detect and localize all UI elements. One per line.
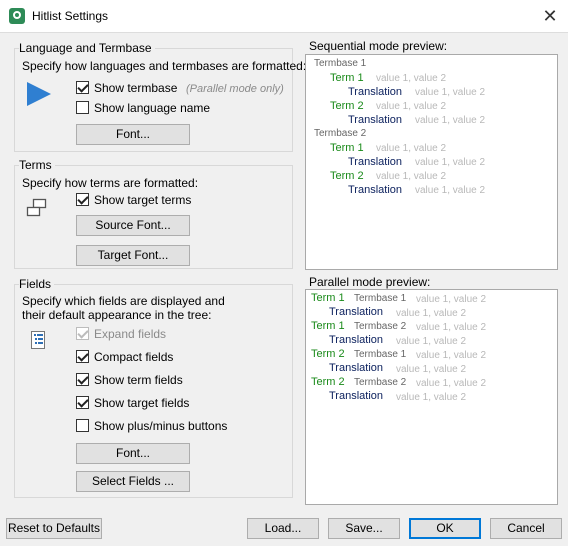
par-values-4a: value 1, value 2 [416, 378, 487, 389]
expand-fields-label: Expand fields [94, 327, 167, 341]
show-language-name-checkbox[interactable] [76, 101, 89, 114]
play-icon [27, 82, 51, 106]
seq-translation-1b: Translation [348, 156, 403, 168]
seq-translation-1a: Translation [348, 86, 403, 98]
expand-fields-checkbox[interactable] [76, 327, 89, 340]
seq-values-2b: value 1, value 2 [415, 115, 486, 126]
save-button[interactable]: Save... [328, 518, 400, 539]
load-button[interactable]: Load... [247, 518, 319, 539]
par-translation-1b: Translation [329, 334, 384, 346]
par-values-3a: value 1, value 2 [416, 350, 487, 361]
seq-values-1a: value 1, value 2 [376, 73, 447, 84]
show-target-terms-checkbox[interactable] [76, 193, 89, 206]
fields-description-line2: their default appearance in the tree: [22, 308, 212, 322]
seq-translation-2b: Translation [348, 184, 403, 196]
show-language-name-label: Show language name [94, 101, 211, 115]
terms-description: Specify how terms are formatted: [22, 176, 199, 190]
sequential-preview-label: Sequential mode preview: [309, 39, 448, 53]
ok-button[interactable]: OK [409, 518, 481, 539]
close-icon[interactable]: ✕ [538, 4, 562, 28]
seq-values-1b: value 1, value 2 [415, 87, 486, 98]
language-termbase-group-label: Language and Termbase [19, 41, 155, 55]
show-term-fields-checkbox[interactable] [76, 373, 89, 386]
par-termbase-1b: Termbase 1 [354, 349, 407, 360]
parallel-preview-label: Parallel mode preview: [309, 275, 431, 289]
select-fields-button[interactable]: Select Fields ... [76, 471, 190, 492]
fields-list-icon [30, 330, 46, 350]
par-termbase-2a: Termbase 2 [354, 321, 407, 332]
par-term-1b: Term 1 [311, 320, 345, 332]
terms-icon [26, 198, 48, 218]
window-title: Hitlist Settings [32, 9, 109, 23]
terms-group-label: Terms [19, 158, 55, 172]
par-termbase-1a: Termbase 1 [354, 293, 407, 304]
reset-to-defaults-button[interactable]: Reset to Defaults [6, 518, 102, 539]
par-translation-2b: Translation [329, 390, 384, 402]
parallel-mode-hint: (Parallel mode only) [186, 83, 284, 95]
par-values-4b: value 1, value 2 [396, 392, 467, 403]
show-target-fields-label: Show target fields [94, 396, 190, 410]
seq-term-2a: Term 2 [330, 100, 364, 112]
seq-values-4a: value 1, value 2 [376, 171, 447, 182]
par-values-2b: value 1, value 2 [396, 336, 467, 347]
seq-values-4b: value 1, value 2 [415, 185, 486, 196]
par-term-1a: Term 1 [311, 292, 345, 304]
language-font-button[interactable]: Font... [76, 124, 190, 145]
show-term-fields-label: Show term fields [94, 373, 183, 387]
par-translation-1a: Translation [329, 306, 384, 318]
show-termbase-checkbox[interactable] [76, 81, 89, 94]
par-values-1b: value 1, value 2 [396, 308, 467, 319]
par-termbase-2b: Termbase 2 [354, 377, 407, 388]
par-term-2a: Term 2 [311, 348, 345, 360]
seq-translation-2a: Translation [348, 114, 403, 126]
par-translation-2a: Translation [329, 362, 384, 374]
show-termbase-label: Show termbase [94, 81, 178, 95]
compact-fields-checkbox[interactable] [76, 350, 89, 363]
seq-term-1a: Term 1 [330, 72, 364, 84]
app-icon [9, 8, 25, 24]
fields-group-label: Fields [19, 277, 55, 291]
compact-fields-label: Compact fields [94, 350, 174, 364]
par-values-3b: value 1, value 2 [396, 364, 467, 375]
fields-font-button[interactable]: Font... [76, 443, 190, 464]
seq-values-2a: value 1, value 2 [376, 101, 447, 112]
seq-values-3a: value 1, value 2 [376, 143, 447, 154]
language-termbase-description: Specify how languages and termbases are … [22, 59, 307, 73]
par-term-2b: Term 2 [311, 376, 345, 388]
seq-term-2b: Term 2 [330, 170, 364, 182]
show-target-terms-label: Show target terms [94, 193, 192, 207]
cancel-button[interactable]: Cancel [490, 518, 562, 539]
par-values-2a: value 1, value 2 [416, 322, 487, 333]
show-plus-minus-label: Show plus/minus buttons [94, 419, 228, 433]
seq-termbase-1: Termbase 1 [314, 58, 367, 69]
target-font-button[interactable]: Target Font... [76, 245, 190, 266]
seq-term-1b: Term 1 [330, 142, 364, 154]
seq-values-3b: value 1, value 2 [415, 157, 486, 168]
seq-termbase-2: Termbase 2 [314, 128, 367, 139]
source-font-button[interactable]: Source Font... [76, 215, 190, 236]
show-target-fields-checkbox[interactable] [76, 396, 89, 409]
par-values-1a: value 1, value 2 [416, 294, 487, 305]
show-plus-minus-checkbox[interactable] [76, 419, 89, 432]
